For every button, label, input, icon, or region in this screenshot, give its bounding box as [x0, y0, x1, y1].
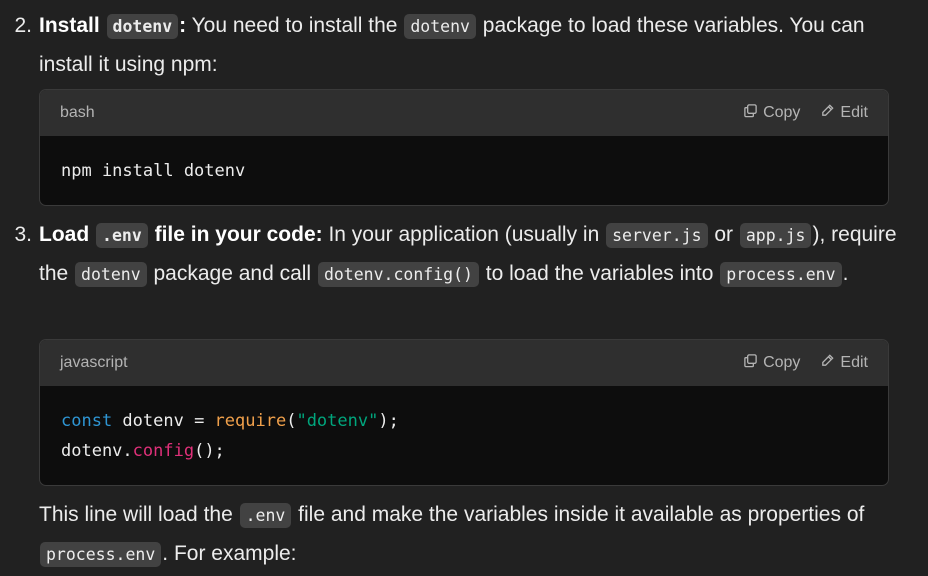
- list-number: 3.: [14, 223, 32, 246]
- code-line: npm install dotenv: [61, 161, 246, 181]
- code-line-1: const dotenv = require("dotenv");: [61, 411, 399, 431]
- code-keyword: const: [61, 411, 113, 431]
- inline-code: .env: [239, 503, 292, 528]
- inline-code: dotenv: [404, 14, 476, 39]
- edit-label: Edit: [840, 104, 868, 121]
- pencil-icon: [820, 353, 835, 373]
- code-block-bash: bash Copy Edit npm install dotenv: [39, 89, 889, 206]
- body-text: In your application (usually in: [322, 223, 606, 246]
- edit-button[interactable]: Edit: [820, 103, 868, 123]
- copy-icon: [743, 353, 758, 373]
- inline-code: process.env: [720, 262, 842, 287]
- edit-label: Edit: [840, 354, 868, 371]
- inline-code: .env: [96, 223, 148, 248]
- step-heading-text: Load: [39, 223, 90, 246]
- pencil-icon: [820, 103, 835, 123]
- step-heading: Install dotenv:: [39, 14, 186, 39]
- inline-code: server.js: [606, 223, 708, 248]
- code-string: "dotenv": [296, 411, 379, 431]
- copy-label: Copy: [763, 354, 801, 371]
- code-block-header: javascript Copy Edit: [40, 340, 888, 386]
- inline-code: dotenv.config(): [317, 262, 479, 287]
- code-text: dotenv =: [112, 411, 215, 431]
- copy-button[interactable]: Copy: [743, 353, 800, 373]
- step-heading-suffix: file in your code:: [148, 223, 323, 246]
- body-text: package and call: [147, 262, 317, 285]
- code-block-actions: Copy Edit: [743, 103, 868, 123]
- code-block-actions: Copy Edit: [743, 353, 868, 373]
- list-item-text: Install dotenv: You need to install the …: [39, 7, 900, 84]
- list-item-load-env: 3. Load .env file in your code: In your …: [0, 216, 900, 294]
- inline-code: process.env: [40, 542, 162, 567]
- body-text: file and make the variables inside it av…: [292, 503, 865, 526]
- list-item-text: Load .env file in your code: In your app…: [39, 216, 900, 294]
- code-block-javascript: javascript Copy Edit const dotenv = requ…: [39, 339, 889, 486]
- body-text: or: [708, 223, 739, 246]
- step-heading: Load .env file in your code:: [39, 223, 323, 248]
- code-line-2: dotenv.config();: [61, 441, 225, 461]
- code-language-label: bash: [60, 104, 95, 121]
- code-content: const dotenv = require("dotenv"); dotenv…: [40, 386, 888, 485]
- body-text: .: [842, 262, 849, 285]
- code-function: require: [214, 411, 287, 431]
- inline-code: app.js: [739, 223, 812, 248]
- code-text: ();: [194, 441, 225, 461]
- body-text: to load the variables into: [479, 262, 720, 285]
- copy-label: Copy: [763, 104, 801, 121]
- inline-code: dotenv: [106, 14, 179, 39]
- body-text: . For example:: [162, 542, 297, 565]
- list-item-install: 2. Install dotenv: You need to install t…: [0, 7, 900, 84]
- code-text: dotenv.: [61, 441, 133, 461]
- code-text: );: [378, 411, 399, 431]
- body-text: This line will load the: [39, 503, 239, 526]
- code-language-label: javascript: [60, 354, 128, 371]
- copy-icon: [743, 103, 758, 123]
- code-property: config: [132, 441, 195, 461]
- code-block-header: bash Copy Edit: [40, 90, 888, 136]
- code-content: npm install dotenv: [40, 136, 888, 205]
- step-heading-text: Install: [39, 14, 100, 37]
- code-text: (: [286, 411, 297, 431]
- body-text: You need to install the: [186, 14, 404, 37]
- copy-button[interactable]: Copy: [743, 103, 800, 123]
- chat-message: 2. Install dotenv: You need to install t…: [0, 0, 928, 576]
- edit-button[interactable]: Edit: [820, 353, 868, 373]
- inline-code: dotenv: [75, 262, 147, 287]
- explanation-paragraph: This line will load the .env file and ma…: [39, 496, 899, 574]
- list-number: 2.: [14, 14, 32, 37]
